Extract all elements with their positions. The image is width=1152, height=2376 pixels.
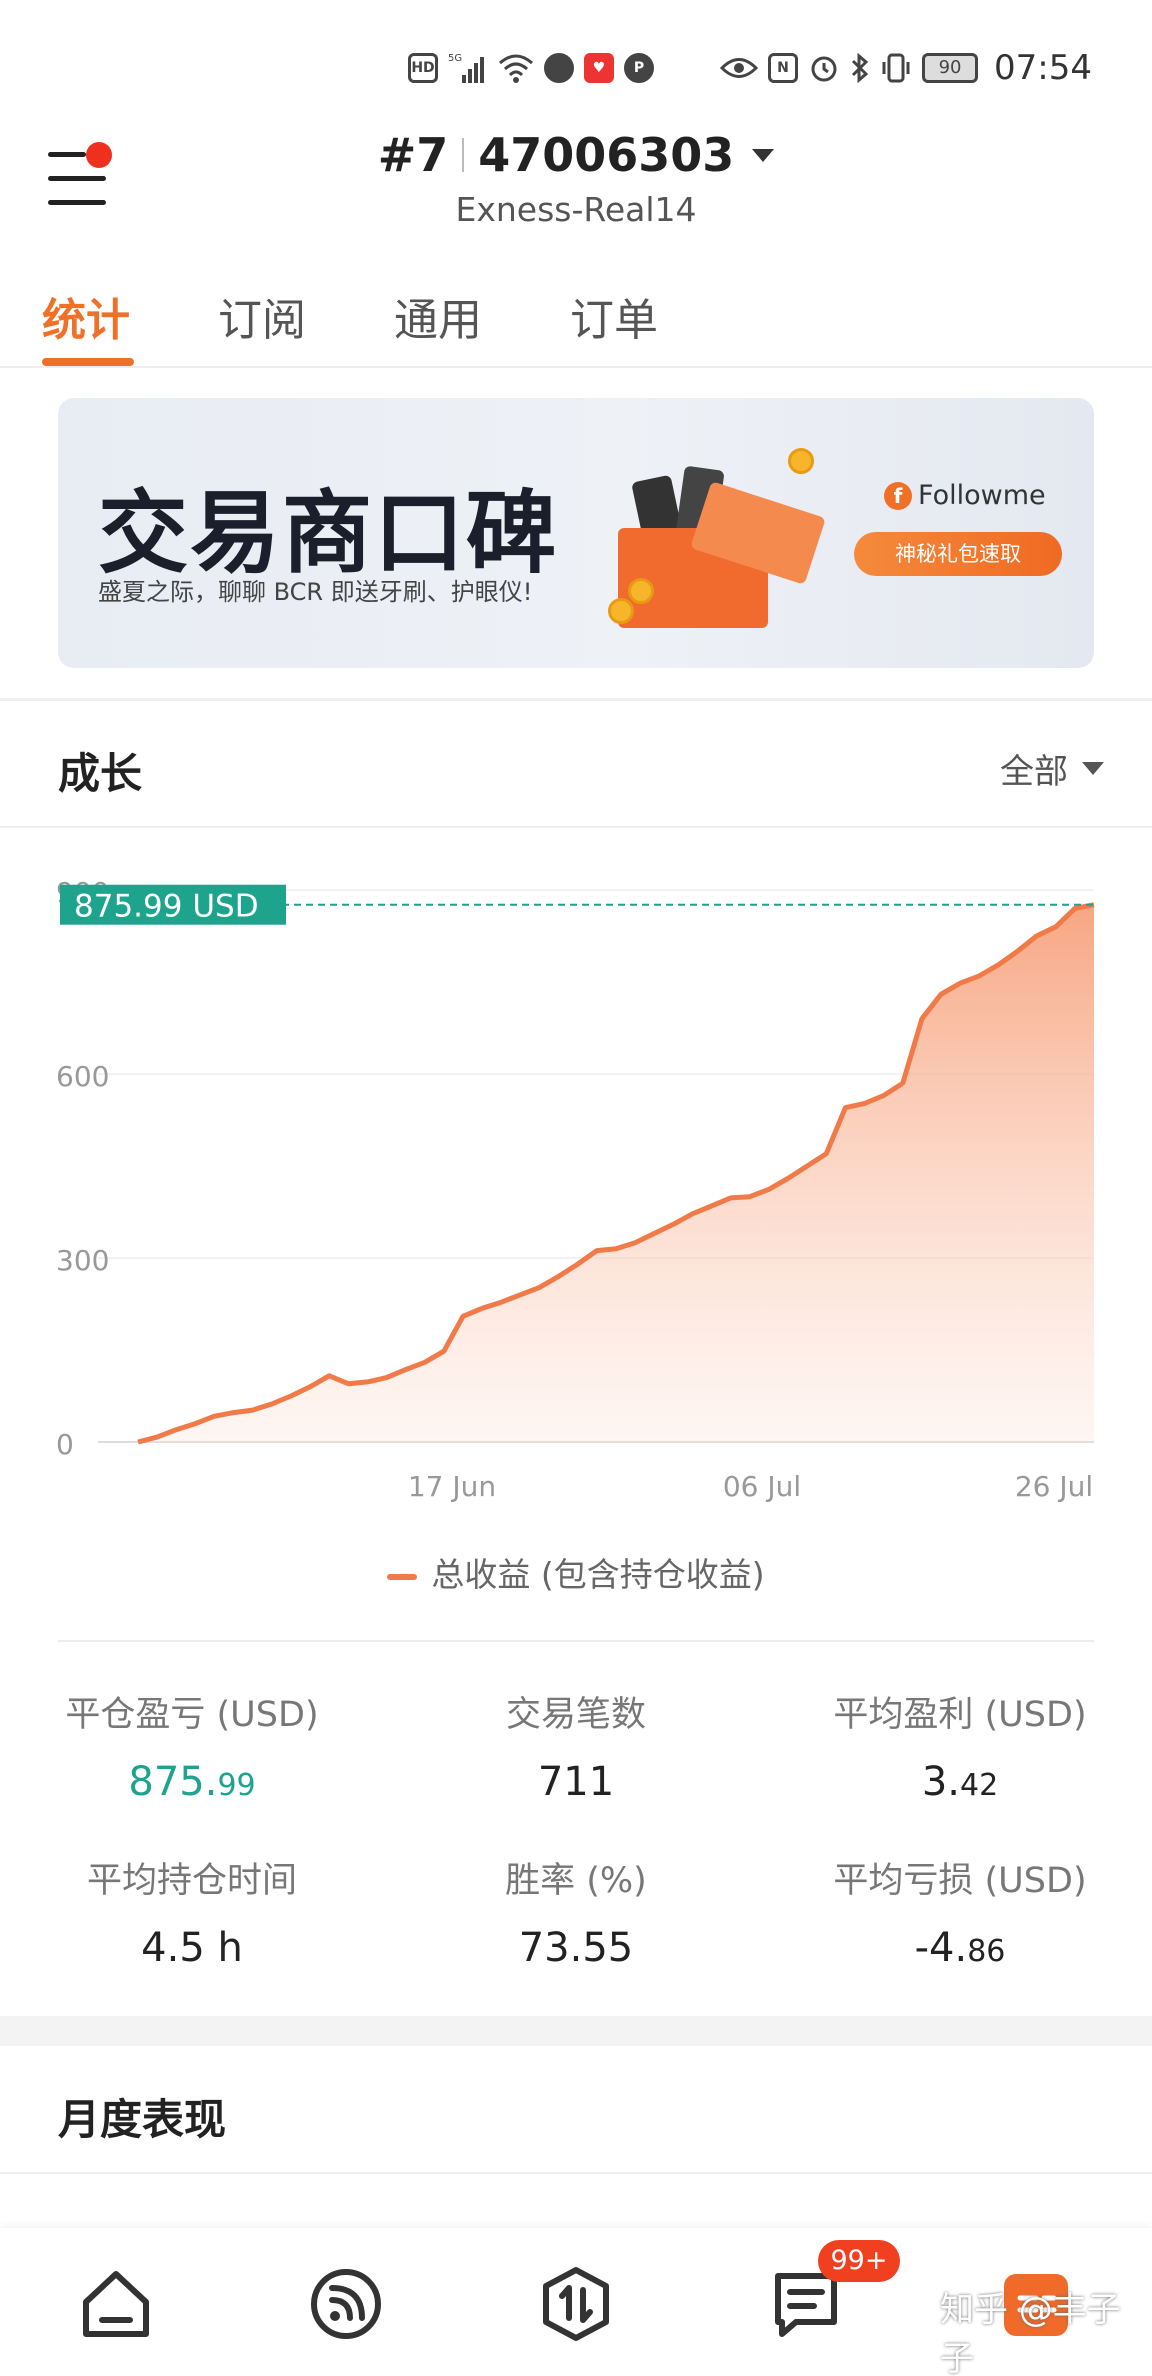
stat-label: 平均持仓时间 bbox=[86, 1861, 297, 1901]
trade-icon[interactable] bbox=[536, 2264, 616, 2344]
monthly-performance-title: 月度表现 bbox=[58, 2095, 227, 2144]
nfc-icon: N bbox=[768, 53, 799, 83]
y-tick-label: 300 bbox=[56, 1244, 109, 1277]
section-gap bbox=[0, 2016, 1152, 2046]
stat-label: 平仓盈亏 (USD) bbox=[65, 1695, 319, 1735]
tab-bar: 统计 订阅 通用 订单 bbox=[0, 278, 1152, 368]
stat-value: -4.86 bbox=[768, 1925, 1152, 1971]
stat-value: 73.55 bbox=[384, 1925, 768, 1971]
legend-swatch bbox=[387, 1573, 418, 1580]
stat-item: 交易笔数 711 bbox=[384, 1686, 768, 1805]
stat-value-main: 4.5 h bbox=[141, 1925, 243, 1971]
tab-subscriptions[interactable]: 订阅 bbox=[218, 284, 306, 348]
active-tab-indicator bbox=[42, 358, 134, 366]
promo-banner[interactable]: 交易商口碑 盛夏之际，聊聊 BCR 即送牙刷、护眼仪! f Followme 神秘… bbox=[58, 398, 1094, 668]
stat-value-decimal: 42 bbox=[959, 1768, 999, 1803]
tab-orders[interactable]: 订单 bbox=[570, 284, 658, 348]
stat-item: 平均持仓时间 4.5 h bbox=[0, 1852, 384, 1971]
eye-icon bbox=[720, 58, 759, 78]
x-tick-label: 26 Jul bbox=[1015, 1470, 1093, 1503]
banner-cta-button[interactable]: 神秘礼包速取 bbox=[854, 532, 1062, 576]
stat-value-decimal: 86 bbox=[967, 1934, 1006, 1969]
stat-value: 711 bbox=[384, 1759, 768, 1805]
account-number: 47006303 bbox=[478, 128, 735, 182]
svg-text:5G: 5G bbox=[448, 53, 462, 64]
caret-down-icon bbox=[1082, 762, 1104, 775]
app-icon bbox=[544, 53, 575, 83]
banner-subtitle: 盛夏之际，聊聊 BCR 即送牙刷、护眼仪! bbox=[98, 578, 533, 606]
stat-label: 胜率 (%) bbox=[505, 1861, 647, 1901]
section-divider bbox=[0, 826, 1152, 828]
hd-icon: HD bbox=[408, 53, 439, 83]
server-name: Exness-Real14 bbox=[455, 190, 697, 229]
stat-label: 平均亏损 (USD) bbox=[833, 1861, 1087, 1901]
period-filter-value: 全部 bbox=[1000, 752, 1068, 792]
stat-item: 平均盈利 (USD) 3.42 bbox=[768, 1686, 1152, 1805]
period-filter-dropdown[interactable]: 全部 bbox=[1000, 744, 1104, 793]
app-icon: ♥ bbox=[584, 53, 615, 83]
area-fill bbox=[138, 904, 1094, 1442]
stat-value-main: 3. bbox=[921, 1759, 960, 1805]
stat-value-main: 73.55 bbox=[518, 1925, 634, 1971]
y-tick-label: 0 bbox=[56, 1428, 74, 1461]
legend-label: 总收益 (包含持仓收益) bbox=[431, 1555, 765, 1594]
gift-box-illustration bbox=[608, 448, 826, 628]
section-divider bbox=[0, 698, 1152, 701]
chart-legend: 总收益 (包含持仓收益) bbox=[0, 1548, 1152, 1596]
followme-logo: f Followme bbox=[884, 480, 1046, 511]
stat-value-main: 711 bbox=[537, 1759, 615, 1805]
banner-title: 交易商口碑 bbox=[98, 481, 558, 586]
vibrate-icon bbox=[882, 53, 910, 83]
stat-value: 3.42 bbox=[768, 1759, 1152, 1805]
bluetooth-icon bbox=[851, 52, 869, 84]
messages-badge: 99+ bbox=[818, 2240, 900, 2282]
growth-chart[interactable]: 0300600900875.99 USD17 Jun06 Jul26 Jul bbox=[0, 860, 1152, 1520]
wifi-icon bbox=[499, 54, 534, 83]
clock: 07:54 bbox=[994, 48, 1092, 88]
x-tick-label: 06 Jul bbox=[723, 1470, 801, 1503]
status-bar: HD 5G ♥ P N 90 07:54 bbox=[0, 0, 1152, 130]
watermark: 知乎 @丰子子 bbox=[940, 2290, 1121, 2376]
alarm-icon bbox=[811, 56, 837, 82]
stat-value: 4.5 h bbox=[0, 1925, 384, 1971]
home-icon[interactable] bbox=[76, 2264, 156, 2344]
divider bbox=[58, 1640, 1094, 1642]
current-value-label: 875.99 USD bbox=[74, 889, 259, 925]
stat-item: 胜率 (%) 73.55 bbox=[384, 1852, 768, 1971]
stat-value-main: -4. bbox=[914, 1925, 968, 1971]
stat-value-decimal: 99 bbox=[217, 1768, 256, 1803]
separator bbox=[462, 138, 465, 172]
signal-icon: 5G bbox=[448, 53, 485, 83]
battery-icon: 90 bbox=[922, 53, 979, 83]
stat-label: 交易笔数 bbox=[505, 1695, 646, 1735]
account-prefix: #7 bbox=[377, 128, 449, 182]
stat-value-main: 875. bbox=[128, 1759, 218, 1805]
stat-item: 平均亏损 (USD) -4.86 bbox=[768, 1852, 1152, 1971]
tab-general[interactable]: 通用 bbox=[394, 284, 482, 348]
feed-icon[interactable] bbox=[306, 2264, 386, 2344]
account-selector[interactable]: #7 47006303 Exness-Real14 bbox=[0, 128, 1152, 229]
tab-statistics[interactable]: 统计 bbox=[42, 284, 130, 348]
caret-down-icon bbox=[752, 148, 775, 162]
stat-value: 875.99 bbox=[0, 1759, 384, 1805]
y-tick-label: 600 bbox=[56, 1060, 109, 1093]
parking-icon: P bbox=[624, 53, 655, 83]
stat-label: 平均盈利 (USD) bbox=[833, 1695, 1087, 1735]
divider bbox=[0, 2172, 1152, 2174]
stat-item: 平仓盈亏 (USD) 875.99 bbox=[0, 1686, 384, 1805]
growth-title: 成长 bbox=[58, 749, 143, 798]
growth-chart-svg: 0300600900875.99 USD17 Jun06 Jul26 Jul bbox=[56, 876, 1095, 1503]
x-tick-label: 17 Jun bbox=[408, 1470, 496, 1503]
